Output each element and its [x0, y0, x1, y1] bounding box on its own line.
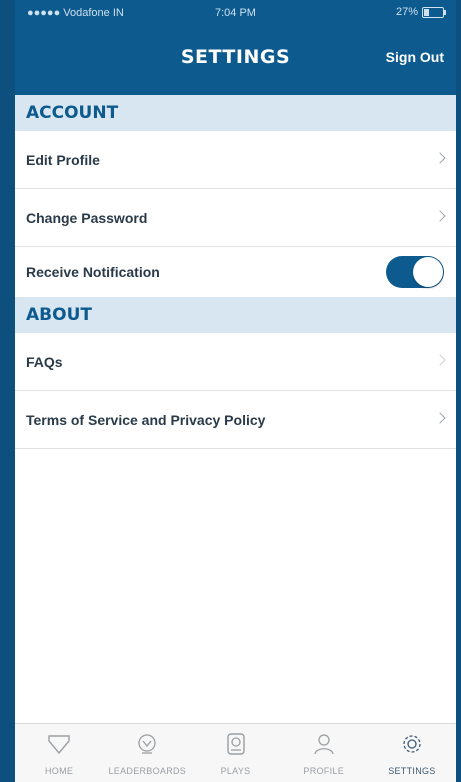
receive-notification-row: Receive Notification [15, 247, 456, 297]
terms-row[interactable]: Terms of Service and Privacy Policy [15, 391, 456, 449]
change-password-row[interactable]: Change Password [15, 189, 456, 247]
tab-bar: HOME LEADERBOARDS PLAYS PROFILE SETTINGS [15, 723, 456, 782]
toggle-knob [413, 257, 443, 287]
battery-percent: 27% [395, 6, 418, 18]
tab-home[interactable]: HOME [15, 724, 103, 782]
plays-icon [226, 733, 245, 755]
leaderboards-icon [138, 734, 156, 754]
tab-profile[interactable]: PROFILE [280, 724, 368, 782]
home-icon [48, 735, 70, 755]
notification-toggle[interactable] [386, 256, 444, 288]
tab-plays-label: PLAYS [220, 766, 251, 776]
battery-fill [424, 8, 429, 16]
chevron-right-icon [434, 152, 446, 164]
carrier-label: ●●●●● Vodafone IN [27, 7, 124, 19]
edit-profile-row[interactable]: Edit Profile [15, 131, 456, 189]
battery-indicator: 27% [395, 6, 446, 18]
tab-home-label: HOME [45, 766, 74, 776]
change-password-label: Change Password [26, 210, 148, 226]
battery-icon [422, 6, 446, 18]
settings-icon [403, 735, 421, 753]
tab-settings-label: SETTINGS [388, 766, 436, 776]
profile-icon [314, 734, 334, 755]
section-header-account: ACCOUNT [15, 95, 456, 131]
edit-profile-label: Edit Profile [26, 152, 100, 168]
chevron-right-icon [434, 210, 446, 222]
terms-label: Terms of Service and Privacy Policy [26, 412, 266, 428]
sign-out-button[interactable]: Sign Out [386, 49, 444, 65]
tab-settings[interactable]: SETTINGS [368, 724, 456, 782]
status-bar: ●●●●● Vodafone IN 7:04 PM 27% [15, 0, 456, 26]
settings-screen: ●●●●● Vodafone IN 7:04 PM 27% SETTINGS S… [15, 0, 456, 782]
tab-plays[interactable]: PLAYS [191, 724, 279, 782]
tab-leaderboards[interactable]: LEADERBOARDS [103, 724, 191, 782]
tab-leaderboards-label: LEADERBOARDS [108, 766, 187, 776]
faqs-row[interactable]: FAQs [15, 333, 456, 391]
chevron-right-icon [434, 354, 446, 366]
clock-label: 7:04 PM [215, 7, 256, 19]
chevron-right-icon [434, 412, 446, 424]
faqs-label: FAQs [26, 354, 63, 370]
tab-profile-label: PROFILE [303, 766, 345, 776]
header-bar: ●●●●● Vodafone IN 7:04 PM 27% SETTINGS S… [15, 0, 456, 95]
section-header-about: ABOUT [15, 297, 456, 333]
receive-notification-label: Receive Notification [26, 264, 160, 280]
